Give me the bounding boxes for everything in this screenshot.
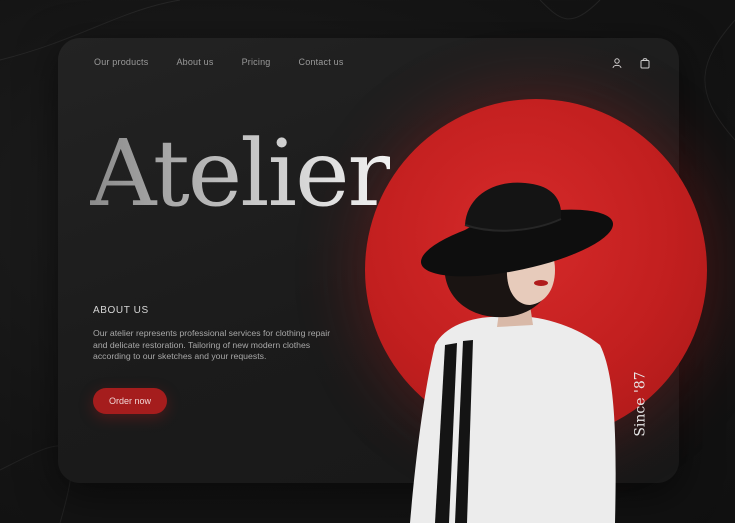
- nav-item-our-products[interactable]: Our products: [94, 57, 148, 67]
- nav-item-pricing[interactable]: Pricing: [242, 57, 271, 67]
- about-heading: ABOUT US: [93, 305, 149, 316]
- hero-title: Atelier: [90, 120, 392, 227]
- nav-item-about-us[interactable]: About us: [176, 57, 213, 67]
- model-photo: [410, 182, 616, 523]
- about-text: Our atelier represents professional serv…: [93, 328, 331, 361]
- main-nav: Our products About us Pricing Contact us: [94, 57, 372, 67]
- order-now-button[interactable]: Order now: [93, 388, 167, 414]
- shopping-bag-icon[interactable]: [639, 56, 651, 69]
- user-icon[interactable]: [611, 56, 623, 69]
- nav-item-contact-us[interactable]: Contact us: [299, 57, 344, 67]
- since-label: Since '87: [632, 371, 649, 437]
